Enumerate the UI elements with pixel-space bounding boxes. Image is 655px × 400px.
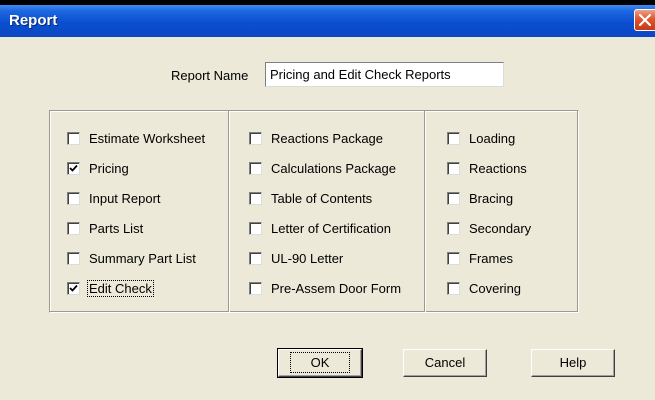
report-name-input[interactable]: [265, 62, 504, 87]
checkbox-box[interactable]: [447, 251, 460, 265]
checkbox-label: Pre-Assem Door Form: [271, 280, 402, 296]
checkbox-label: Input Report: [89, 190, 161, 206]
checkbox-box[interactable]: [67, 251, 80, 265]
checkbox-box[interactable]: [249, 281, 262, 295]
checkbox-secondary[interactable]: Secondary: [447, 219, 531, 237]
cancel-button-label: Cancel: [424, 355, 466, 370]
report-name-label: Report Name: [171, 68, 249, 83]
checkbox-label: Loading: [469, 130, 516, 146]
checkbox-input-report[interactable]: Input Report: [67, 189, 161, 207]
checkbox-box[interactable]: [249, 221, 262, 235]
help-button-label: Help: [559, 355, 587, 370]
checkbox-reactions[interactable]: Reactions: [447, 159, 527, 177]
ok-button[interactable]: OK: [277, 348, 363, 378]
checkbox-pre-assem-door-form[interactable]: Pre-Assem Door Form: [249, 279, 401, 297]
column-divider: [228, 111, 229, 312]
column-divider: [424, 111, 425, 312]
checkbox-box[interactable]: [67, 221, 80, 235]
checkbox-pricing[interactable]: Pricing: [67, 159, 129, 177]
checkbox-table-of-contents[interactable]: Table of Contents: [249, 189, 372, 207]
checkbox-box[interactable]: [67, 131, 80, 145]
checkbox-label: Covering: [469, 280, 522, 296]
checkbox-box[interactable]: [447, 191, 460, 205]
checkbox-label: Reactions: [469, 160, 527, 176]
checkbox-box[interactable]: [249, 161, 262, 175]
checkbox-covering[interactable]: Covering: [447, 279, 521, 297]
checkbox-box[interactable]: [447, 131, 460, 145]
title-bar[interactable]: Report: [0, 5, 655, 37]
checkbox-label: Bracing: [469, 190, 514, 206]
checkbox-box[interactable]: [67, 281, 80, 295]
checkbox-box[interactable]: [447, 221, 460, 235]
checkbox-calculations-package[interactable]: Calculations Package: [249, 159, 396, 177]
checkbox-label: Table of Contents: [271, 190, 373, 206]
checkbox-box[interactable]: [249, 131, 262, 145]
checkbox-summary-part-list[interactable]: Summary Part List: [67, 249, 196, 267]
checkbox-box[interactable]: [447, 281, 460, 295]
ok-button-label: OK: [289, 352, 351, 373]
checkbox-label: Calculations Package: [271, 160, 397, 176]
checkbox-box[interactable]: [67, 191, 80, 205]
checkbox-edit-check[interactable]: Edit Check: [67, 279, 154, 297]
checkmark-icon: [69, 164, 78, 172]
checkbox-box[interactable]: [67, 161, 80, 175]
checkbox-bracing[interactable]: Bracing: [447, 189, 513, 207]
checkbox-ul-90-letter[interactable]: UL-90 Letter: [249, 249, 343, 267]
window-title: Report: [9, 12, 58, 29]
checkbox-box[interactable]: [249, 251, 262, 265]
checkbox-letter-of-certification[interactable]: Letter of Certification: [249, 219, 391, 237]
checkbox-label: Secondary: [469, 220, 532, 236]
checkbox-reactions-package[interactable]: Reactions Package: [249, 129, 383, 147]
help-button[interactable]: Help: [531, 349, 615, 377]
checkbox-frames[interactable]: Frames: [447, 249, 513, 267]
checkbox-label: Summary Part List: [89, 250, 196, 266]
cancel-button[interactable]: Cancel: [403, 349, 487, 377]
checkbox-label: Edit Check: [87, 279, 154, 297]
checkbox-label: Reactions Package: [271, 130, 384, 146]
checkbox-box[interactable]: [249, 191, 262, 205]
checkbox-label: UL-90 Letter: [271, 250, 344, 266]
checkmark-icon: [69, 284, 78, 292]
checkbox-parts-list[interactable]: Parts List: [67, 219, 143, 237]
close-icon: [638, 13, 652, 27]
dialog-body: Report Name Estimate Worksheet Pricing I…: [0, 37, 655, 400]
checkbox-box[interactable]: [447, 161, 460, 175]
checkbox-label: Pricing: [89, 160, 129, 176]
checkbox-label: Letter of Certification: [271, 220, 391, 236]
checkbox-label: Estimate Worksheet: [89, 130, 206, 146]
checkbox-estimate-worksheet[interactable]: Estimate Worksheet: [67, 129, 205, 147]
checkbox-label: Parts List: [89, 220, 144, 236]
checkbox-loading[interactable]: Loading: [447, 129, 515, 147]
checkbox-label: Frames: [469, 250, 514, 266]
close-button[interactable]: [634, 9, 655, 31]
